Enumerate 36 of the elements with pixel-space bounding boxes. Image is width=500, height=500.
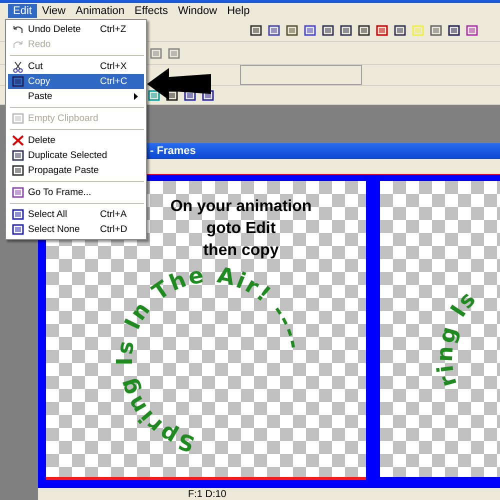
menu-item[interactable]: Delete — [8, 133, 144, 148]
toolbar-icon — [286, 24, 298, 36]
toolbar-icon — [268, 24, 280, 36]
instruction-text: On your animation — [170, 197, 312, 217]
toolbar-icon — [448, 24, 460, 36]
undo-icon — [12, 24, 24, 34]
menu-item[interactable]: Undo Delete Ctrl+Z — [8, 22, 144, 37]
menu-title[interactable]: Window — [172, 4, 222, 18]
arrow-icon — [147, 68, 211, 100]
toolbar-icon — [376, 24, 388, 36]
menu-title[interactable]: Animation — [70, 4, 130, 18]
menu-item[interactable]: Copy Ctrl+C — [8, 74, 144, 89]
submenu-arrow-icon — [132, 93, 140, 100]
menu-title[interactable]: Effects — [130, 4, 173, 18]
toolbar-icon — [322, 24, 334, 36]
text-field[interactable] — [240, 65, 362, 85]
toolbar-icon — [304, 24, 316, 36]
toolbar-icon — [340, 24, 352, 36]
cross-icon — [12, 135, 24, 146]
instruction-text: then copy — [203, 241, 279, 261]
instruction-text: goto Edit — [206, 219, 276, 239]
toolbar-icon — [358, 24, 370, 36]
toolbar-icon — [466, 24, 478, 36]
toolbar-icon — [430, 24, 442, 36]
toolbar-icon — [250, 24, 262, 36]
toolbar-icon — [394, 24, 406, 36]
toolbar-icon — [412, 24, 424, 36]
menu-item[interactable]: Duplicate Selected — [8, 148, 144, 163]
menu-title[interactable]: Edit — [8, 4, 37, 18]
menu-title[interactable]: View — [36, 4, 71, 18]
frame-status: F:1 D:10 — [188, 488, 226, 500]
scissors-icon — [13, 60, 23, 72]
menu-title[interactable]: Help — [222, 4, 255, 18]
redo-icon — [12, 40, 24, 50]
menu-item[interactable]: Propagate Paste — [8, 163, 144, 178]
menu-item[interactable]: Cut Ctrl+X — [8, 59, 144, 74]
